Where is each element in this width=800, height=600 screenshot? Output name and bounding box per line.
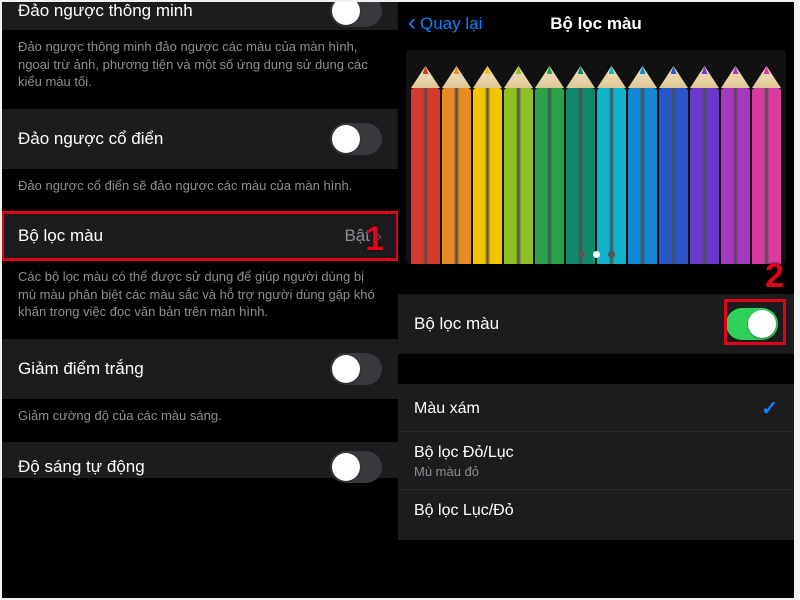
classic-invert-row[interactable]: Đảo ngược cổ điển [2, 109, 398, 169]
pencil-icon [690, 88, 719, 264]
auto-brightness-toggle[interactable] [330, 451, 382, 483]
color-filters-pane: ‹ Quay lại Bộ lọc màu Bộ lọc màu 2 Màu x… [398, 2, 794, 598]
color-filters-row[interactable]: Bộ lọc màu Bật › [2, 212, 398, 260]
filter-option-label: Bộ lọc Lục/Đỏ [414, 502, 514, 520]
auto-brightness-label: Độ sáng tự động [18, 457, 145, 477]
color-filters-toggle[interactable] [726, 308, 778, 340]
pencil-icon [442, 88, 471, 264]
pencil-row [406, 88, 786, 264]
page-dot[interactable] [608, 251, 615, 258]
color-filters-toggle-label: Bộ lọc màu [414, 314, 726, 334]
smart-invert-row[interactable]: Đảo ngược thông minh [2, 2, 398, 30]
filter-option-green-red[interactable]: Bộ lọc Lục/Đỏ [398, 489, 794, 540]
pencil-icon [659, 88, 688, 264]
back-button[interactable]: ‹ Quay lại [408, 13, 482, 35]
chevron-left-icon: ‹ [408, 11, 416, 35]
pencil-icon [628, 88, 657, 264]
pencil-icon [721, 88, 750, 264]
pencil-icon [504, 88, 533, 264]
reduce-white-point-description: Giảm cường độ của các màu sáng. [2, 399, 398, 443]
classic-invert-label: Đảo ngược cổ điển [18, 129, 330, 149]
reduce-white-point-toggle[interactable] [330, 353, 382, 385]
classic-invert-toggle[interactable] [330, 123, 382, 155]
settings-display-accommodations-pane: Đảo ngược thông minh Đảo ngược thông min… [2, 2, 398, 598]
smart-invert-toggle[interactable] [330, 2, 382, 27]
page-dots [406, 251, 786, 258]
pencil-icon [597, 88, 626, 264]
pencil-icon [411, 88, 440, 264]
pencil-icon [752, 88, 781, 264]
annotation-callout-1: 1 [365, 220, 384, 259]
pencil-icon [535, 88, 564, 264]
smart-invert-description: Đảo ngược thông minh đảo ngược các màu c… [2, 30, 398, 109]
filter-options-group: Màu xám ✓ Bộ lọc Đỏ/Lục Mù màu đỏ Bộ lọc… [398, 384, 794, 540]
color-preview-carousel[interactable] [406, 50, 786, 264]
filter-option-label: Màu xám [414, 400, 480, 418]
reduce-white-point-row[interactable]: Giảm điểm trắng [2, 339, 398, 399]
nav-header: ‹ Quay lại Bộ lọc màu [398, 2, 794, 46]
smart-invert-label: Đảo ngược thông minh [18, 2, 193, 21]
checkmark-icon: ✓ [761, 396, 778, 421]
pencil-icon [473, 88, 502, 264]
page-dot[interactable] [593, 251, 600, 258]
back-label: Quay lại [420, 14, 482, 34]
color-filters-toggle-row[interactable]: Bộ lọc màu [398, 294, 794, 354]
color-filters-description: Các bộ lọc màu có thể được sử dụng để gi… [2, 260, 398, 339]
color-filters-label: Bộ lọc màu [18, 226, 344, 246]
classic-invert-description: Đảo ngược cổ điển sẽ đảo ngược các màu c… [2, 169, 398, 213]
filter-option-red-green[interactable]: Bộ lọc Đỏ/Lục Mù màu đỏ [398, 431, 794, 489]
filter-option-label: Bộ lọc Đỏ/Lục [414, 444, 514, 462]
pencil-icon [566, 88, 595, 264]
filter-option-grayscale[interactable]: Màu xám ✓ [398, 384, 794, 431]
annotation-callout-2: 2 [765, 257, 784, 296]
page-dot[interactable] [578, 251, 585, 258]
auto-brightness-row[interactable]: Độ sáng tự động [2, 442, 398, 478]
reduce-white-point-label: Giảm điểm trắng [18, 359, 330, 379]
filter-option-sublabel: Mù màu đỏ [414, 464, 514, 479]
